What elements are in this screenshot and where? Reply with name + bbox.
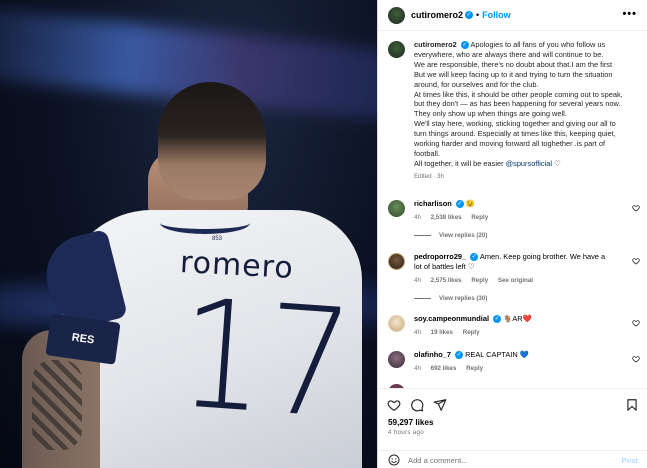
see-original-button[interactable]: See original xyxy=(498,277,533,284)
post-time-ago[interactable]: 4 hours ago xyxy=(378,427,647,436)
player-head xyxy=(158,82,266,200)
comment-body: olafinho_7 ✓ REAL CAPTAIN 💙 4h 692 likes… xyxy=(414,350,614,374)
verified-badge-icon: ✓ xyxy=(455,199,464,208)
view-replies-button[interactable]: View replies (20) xyxy=(414,232,647,239)
view-replies-label: View replies (20) xyxy=(439,231,488,239)
add-comment-bar: Add a comment... Post xyxy=(378,450,647,468)
reply-button[interactable]: Reply xyxy=(463,329,480,336)
view-replies-button[interactable]: View replies (30) xyxy=(414,295,647,302)
like-comment-heart-icon[interactable] xyxy=(632,204,640,212)
caption-line: but they don't — as has been happening f… xyxy=(414,99,621,109)
comment-meta: 4h 19 likes Reply xyxy=(414,328,614,338)
like-comment-heart-icon[interactable] xyxy=(632,355,640,363)
like-heart-icon[interactable] xyxy=(387,398,401,412)
collar-tag: 853 xyxy=(212,236,223,242)
like-comment-heart-icon[interactable] xyxy=(632,257,640,265)
author-username[interactable]: cutiromero2 xyxy=(411,10,463,20)
more-options-icon[interactable]: ••• xyxy=(622,8,637,20)
caption-line: At times like this, it should be other p… xyxy=(414,89,623,99)
comment-emoji: ♡ xyxy=(467,261,475,271)
commenter-username[interactable]: richarlison xyxy=(414,199,452,208)
comment-body: richarlison ✓ 😉 4h 2,538 likes Reply xyxy=(414,199,614,223)
comment-emoji: 🐐AR❤️ xyxy=(503,313,532,323)
like-comment-heart-icon[interactable] xyxy=(632,319,640,327)
commenter-username[interactable]: soy.campeonmundial xyxy=(414,314,489,323)
commenter-avatar[interactable] xyxy=(388,252,405,270)
caption-line: They only show up when things are going … xyxy=(414,109,567,119)
emoji-smiley-icon[interactable] xyxy=(388,454,400,466)
comment-likes[interactable]: 19 likes xyxy=(431,329,453,336)
caption-last-line: All together, it will be easier xyxy=(414,158,504,168)
caption-line: We are responsible, there's no doubt abo… xyxy=(414,59,613,69)
commenter-avatar[interactable] xyxy=(388,350,405,368)
caption-line: working harder and moving forward all to… xyxy=(414,139,606,149)
comment-time[interactable]: 4h xyxy=(414,214,421,221)
replies-divider xyxy=(414,297,431,299)
author-avatar[interactable] xyxy=(388,6,405,24)
follow-button[interactable]: Follow xyxy=(482,10,511,20)
post-comment-button[interactable]: Post xyxy=(622,456,638,465)
verified-badge-icon: ✓ xyxy=(493,314,502,323)
comment-item: richarlison ✓ 😉 4h 2,538 likes Reply xyxy=(378,199,647,223)
reply-button[interactable]: Reply xyxy=(471,277,488,284)
view-replies-label: View replies (30) xyxy=(439,294,488,302)
save-bookmark-icon[interactable] xyxy=(625,398,639,412)
comment-meta: 4h 2,575 likes Reply See original xyxy=(414,276,614,286)
comment-time[interactable]: 4h xyxy=(414,329,421,336)
caption-line: turn things around. Especially at times … xyxy=(414,129,616,139)
header-separator: • xyxy=(476,10,480,20)
comment-likes[interactable]: 2,538 likes xyxy=(431,214,462,221)
post-header: cutiromero2 ✓ • Follow ••• xyxy=(378,0,647,31)
reply-button[interactable]: Reply xyxy=(471,214,488,221)
post-caption: cutiromero2 ✓ Apologies to all fans of y… xyxy=(378,32,647,182)
comment-body: pedroporro29_ ✓ Amen. Keep going brother… xyxy=(414,252,614,286)
shirt-number: 17 xyxy=(173,267,358,453)
spurs-mention-link[interactable]: @spursofficial xyxy=(506,159,552,168)
commenter-username[interactable]: olafinho_7 xyxy=(414,350,451,359)
commenter-username[interactable]: pedroporro29_ xyxy=(414,252,466,261)
caption-line: But we will keep facing up to it and try… xyxy=(414,69,613,79)
comment-likes[interactable]: 692 likes xyxy=(431,365,457,372)
comment-emoji: 💙 xyxy=(519,349,529,359)
comment-time[interactable]: 4h xyxy=(414,365,421,372)
verified-badge-icon: ✓ xyxy=(470,252,479,261)
action-icons xyxy=(378,389,647,415)
caption-line: We'll stay here, working, sticking toget… xyxy=(414,119,616,129)
reply-button[interactable]: Reply xyxy=(466,365,483,372)
caption-username[interactable]: cutiromero2 xyxy=(414,40,457,49)
add-comment-input[interactable]: Add a comment... xyxy=(408,456,622,465)
verified-badge-icon: ✓ xyxy=(455,350,464,359)
commenter-avatar[interactable] xyxy=(388,314,405,332)
comment-meta: 4h 2,538 likes Reply xyxy=(414,213,614,223)
share-paper-plane-icon[interactable] xyxy=(433,398,447,412)
caption-line: everywhere, who are always there and wil… xyxy=(414,49,604,59)
comments-scroll-area[interactable]: cutiromero2 ✓ Apologies to all fans of y… xyxy=(378,32,647,388)
comment-likes[interactable]: 2,575 likes xyxy=(431,277,462,284)
commenter-avatar[interactable] xyxy=(388,199,405,217)
caption-meta: Edited · 3h xyxy=(414,172,444,180)
likes-count[interactable]: 59,297 likes xyxy=(378,415,647,427)
comment-item: olafinho_7 ✓ REAL CAPTAIN 💙 4h 692 likes… xyxy=(378,350,647,374)
caption-line: football. xyxy=(414,148,440,158)
heart-emoji-icon: ♡ xyxy=(554,158,561,168)
caption-line: Apologies to all fans of you who follow … xyxy=(470,40,606,49)
verified-badge-icon: ✓ xyxy=(460,41,469,50)
verified-badge-icon: ✓ xyxy=(465,11,474,19)
comment-body: soy.campeonmundial ✓ 🐐AR❤️ 4h 19 likes R… xyxy=(414,314,614,338)
comment-emoji: 😉 xyxy=(465,198,476,208)
comment-meta: 4h 692 likes Reply xyxy=(414,364,614,374)
post-side-panel: cutiromero2 ✓ • Follow ••• cutiromero2 ✓… xyxy=(377,0,647,468)
post-photo[interactable]: 853 RES romero 17 xyxy=(0,0,377,468)
comment-item: pedroporro29_ ✓ Amen. Keep going brother… xyxy=(378,252,647,286)
caption-line: around, for ourselves and for the club. xyxy=(414,79,539,89)
shirt-collar xyxy=(160,212,250,234)
comment-bubble-icon[interactable] xyxy=(410,398,424,412)
comment-text: REAL CAPTAIN xyxy=(465,349,518,359)
comment-item: soy.campeonmundial ✓ 🐐AR❤️ 4h 19 likes R… xyxy=(378,314,647,338)
caption-avatar[interactable] xyxy=(388,41,405,58)
caption-body: cutiromero2 ✓ Apologies to all fans of y… xyxy=(414,40,634,182)
replies-divider xyxy=(414,234,431,236)
post-actions: 59,297 likes 4 hours ago Add a comment..… xyxy=(378,388,647,468)
comment-time[interactable]: 4h xyxy=(414,277,421,284)
